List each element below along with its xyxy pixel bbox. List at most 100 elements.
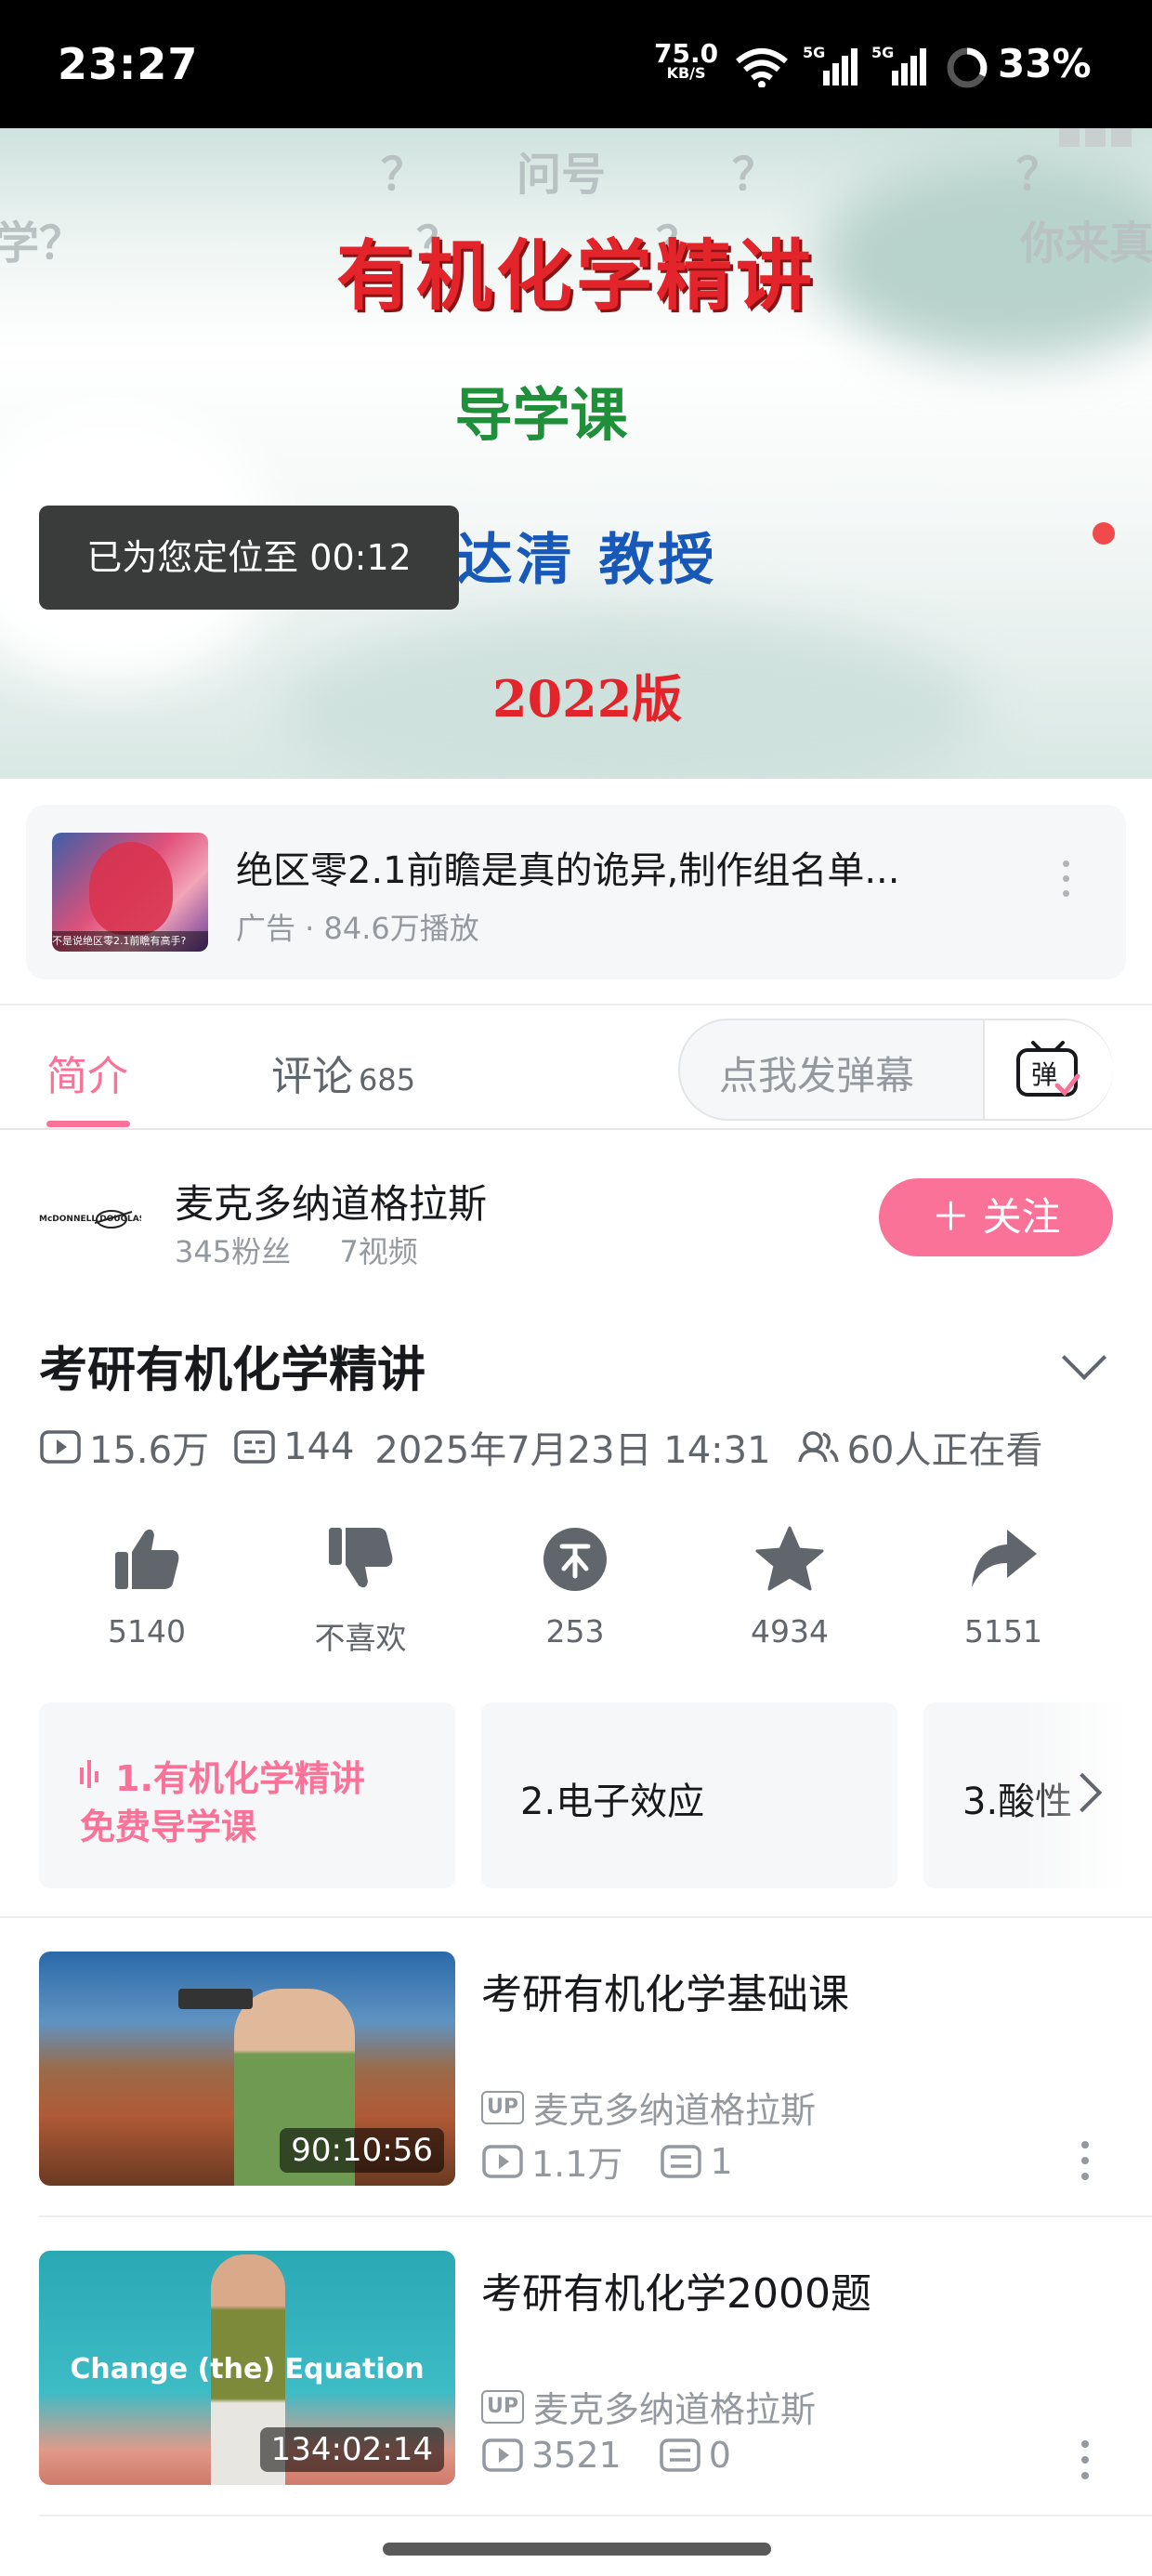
related-views: 1.1万	[531, 2144, 623, 2185]
divider	[0, 1004, 1152, 1005]
playlist-item-label-line2: 免费导学课	[80, 1807, 257, 1847]
more-icon[interactable]	[1081, 2440, 1089, 2488]
related-danmaku: 0	[708, 2435, 731, 2476]
video-player[interactable]: ？ 问号 ？ ？ 学？ ？ ？ 你来真 有机化学精讲 导学课 史达清 教授 20…	[0, 128, 1152, 779]
player-mini-controls[interactable]	[1059, 128, 1137, 151]
video-frame-subtitle: 导学课	[454, 381, 628, 449]
related-uploader: UP 麦克多纳道格拉斯	[481, 2082, 816, 2133]
battery-percent: 33%	[998, 41, 1092, 86]
thumb-text: Change (the) Equation	[70, 2353, 425, 2385]
related-stats: 3521 0	[481, 2435, 731, 2476]
thumbs-down-icon	[329, 1528, 393, 1588]
danmaku-input[interactable]: 点我发弹幕 弹	[678, 1019, 1113, 1121]
watching-now: 60人正在看	[846, 1429, 1043, 1472]
home-indicator[interactable]	[383, 2543, 771, 2556]
dislike-button[interactable]: 不喜欢	[286, 1524, 435, 1658]
playlist-item-active[interactable]: 1.有机化学精讲 免费导学课	[39, 1702, 455, 1888]
related-uploader: UP 麦克多纳道格拉斯	[481, 2381, 816, 2432]
playlist-item[interactable]: 2.电子效应	[481, 1702, 897, 1888]
uploader-fans: 345粉丝	[175, 1234, 292, 1269]
like-count: 5140	[108, 1613, 186, 1649]
related-views: 3521	[531, 2435, 622, 2476]
divider	[39, 2215, 1152, 2217]
star-icon	[755, 1526, 824, 1591]
more-icon[interactable]	[1081, 2141, 1089, 2188]
publish-date: 2025年7月23日 14:31	[374, 1429, 771, 1472]
related-title[interactable]: 考研有机化学基础课	[481, 1961, 849, 2020]
view-count: 15.6万	[89, 1429, 210, 1472]
playlist-item-label: 1.有机化学精讲	[115, 1758, 365, 1799]
like-button[interactable]: 5140	[72, 1524, 221, 1649]
video-title: 考研有机化学精讲	[39, 1343, 426, 1399]
danmaku-settings-button[interactable]: 弹	[983, 1020, 1113, 1119]
signal-5g-icon: 5G	[803, 44, 857, 85]
tab-comments-label: 评论	[271, 1053, 353, 1100]
danmaku-text: ？	[1016, 149, 1062, 201]
video-frame-edition: 2022版	[492, 669, 683, 729]
coin-button[interactable]: 253	[501, 1524, 649, 1649]
danmaku-count-icon	[234, 1430, 275, 1464]
share-button[interactable]: 5151	[929, 1524, 1078, 1649]
signal-5g-icon-2: 5G	[871, 44, 926, 85]
related-thumbnail[interactable]: Change (the) Equation 134:02:14	[39, 2251, 455, 2485]
play-count-icon	[40, 1430, 81, 1464]
up-badge: UP	[481, 2090, 524, 2124]
tab-active-indicator	[46, 1121, 130, 1127]
thumbs-up-icon	[115, 1529, 179, 1589]
danmaku-text: 问号	[517, 149, 607, 201]
danmaku-icon-label: 弹	[1031, 1059, 1057, 1090]
uploader-stats: 345粉丝 7视频	[175, 1229, 418, 1271]
status-time: 23:27	[58, 39, 199, 89]
ad-card[interactable]: 不是说绝区零2.1前瞻有高手? 绝区零2.1前瞻是真的诡异,制作组名单... 广…	[26, 805, 1126, 979]
follow-button[interactable]: ＋ 关注	[879, 1178, 1113, 1256]
video-frame-title: 有机化学精讲	[335, 231, 816, 321]
tab-intro[interactable]: 简介	[46, 1043, 128, 1102]
mcdonnell-douglas-logo: McDONNELL DOUGLAS	[39, 1210, 145, 1229]
tabs-divider	[0, 1128, 1152, 1130]
related-uploader-name: 麦克多纳道格拉斯	[533, 2090, 817, 2131]
wifi-icon	[736, 48, 788, 87]
now-playing-icon	[80, 1760, 98, 1788]
up-badge: UP	[481, 2389, 524, 2424]
logo-text: McDONNELL DOUGLAS	[39, 1215, 141, 1224]
svg-text:5G: 5G	[803, 44, 825, 61]
video-duration: 134:02:14	[259, 2427, 444, 2472]
play-count-icon	[482, 2438, 523, 2472]
share-count: 5151	[964, 1613, 1042, 1649]
favorite-button[interactable]: 4934	[715, 1524, 864, 1649]
coin-count: 253	[545, 1613, 605, 1649]
play-count-icon	[482, 2144, 523, 2178]
related-stats: 1.1万 1	[481, 2136, 733, 2187]
record-dot	[1093, 522, 1115, 545]
uploader-avatar[interactable]: McDONNELL DOUGLAS	[39, 1193, 145, 1249]
more-icon[interactable]	[1063, 861, 1072, 905]
danmaku-count-icon	[661, 2144, 702, 2178]
related-uploader-name: 麦克多纳道格拉斯	[533, 2389, 817, 2430]
status-bar: 23:27 75.0 KB/S 5G 5G 33%	[0, 0, 1152, 128]
related-danmaku: 1	[710, 2140, 733, 2182]
ad-title[interactable]: 绝区零2.1前瞻是真的诡异,制作组名单...	[236, 840, 1026, 894]
ad-thumbnail[interactable]: 不是说绝区零2.1前瞻有高手?	[52, 833, 208, 952]
divider	[39, 2515, 1152, 2517]
tab-comments[interactable]: 评论 685	[271, 1043, 415, 1102]
playlist-item-label: 2.电子效应	[520, 1781, 705, 1823]
network-speed: 75.0 KB/S	[654, 41, 718, 82]
uploader-videos: 7视频	[339, 1234, 418, 1269]
favorite-count: 4934	[751, 1613, 829, 1649]
video-meta: 15.6万 144 2025年7月23日 14:31 60人正在看	[39, 1420, 1042, 1474]
ad-subtitle: 广告 · 84.6万播放	[236, 911, 479, 946]
svg-text:5G: 5G	[871, 44, 894, 61]
related-thumbnail[interactable]: 90:10:56	[39, 1952, 455, 2186]
divider	[0, 1916, 1152, 1918]
battery-ring-icon	[947, 47, 988, 88]
coin-icon	[543, 1528, 607, 1591]
viewers-icon	[797, 1431, 839, 1463]
danmaku-tv-icon: 弹	[1016, 1041, 1080, 1097]
dislike-label: 不喜欢	[314, 1620, 407, 1656]
share-arrow-icon	[972, 1530, 1037, 1587]
danmaku-placeholder: 点我发弹幕	[719, 1053, 915, 1098]
chevron-down-icon[interactable]	[1061, 1334, 1107, 1381]
uploader-name[interactable]: 麦克多纳道格拉斯	[175, 1173, 487, 1229]
danmaku-count: 144	[283, 1426, 355, 1468]
related-title[interactable]: 考研有机化学2000题	[481, 2260, 871, 2320]
